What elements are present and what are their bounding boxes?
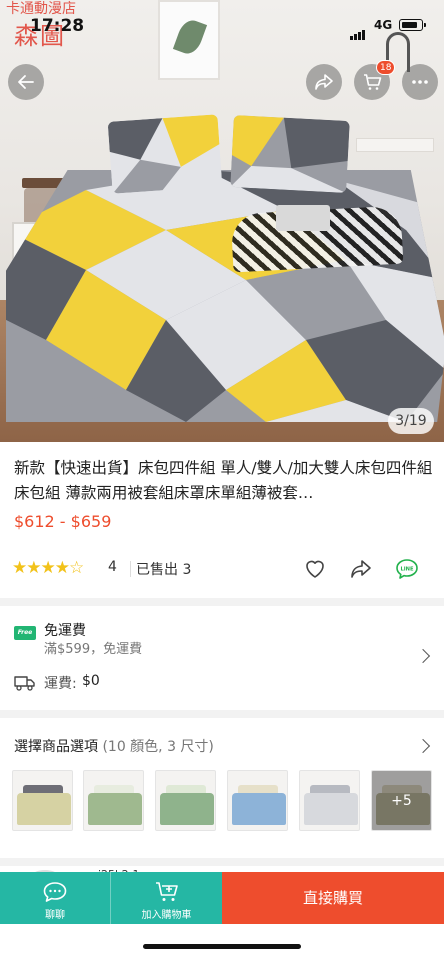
sold-count: 已售出 3: [136, 562, 192, 578]
thumb-bedding: [304, 793, 358, 825]
chevron-right-icon: [415, 738, 431, 754]
chat-label: 聊聊: [45, 910, 65, 921]
cart-button[interactable]: 18: [354, 60, 396, 100]
options-header[interactable]: 選擇商品選項 (10 顏色, 3 尺寸): [14, 736, 214, 756]
buy-now-button[interactable]: 直接購買: [222, 872, 444, 924]
share-button[interactable]: [306, 64, 342, 100]
nightstand: [356, 138, 434, 152]
section-separator: [0, 710, 444, 718]
thumb-bedding: [88, 793, 142, 825]
status-bar: 卡通動漫店 森圖 17:28 4G: [0, 0, 444, 54]
like-button[interactable]: [302, 556, 328, 582]
heart-icon: [306, 560, 324, 578]
signal-icon: [350, 21, 366, 40]
options-title: 選擇商品選項: [14, 739, 98, 755]
add-cart-icon: [155, 882, 178, 901]
option-thumb[interactable]: [299, 770, 360, 831]
rating-value: 4: [108, 559, 117, 575]
cart-icon: [364, 74, 382, 90]
option-thumb[interactable]: [227, 770, 288, 831]
pillow-left: [107, 114, 223, 194]
option-thumb[interactable]: [12, 770, 73, 831]
image-counter: 3/19: [388, 408, 434, 434]
network-type: 4G: [374, 18, 393, 32]
chevron-right-icon: [415, 648, 431, 664]
option-thumb[interactable]: [155, 770, 216, 831]
pillow-right: [230, 115, 350, 193]
add-to-cart-label: 加入購物車: [141, 910, 192, 921]
truck-icon: [14, 676, 35, 691]
line-app-icon: LINE: [396, 559, 418, 579]
chat-button[interactable]: 聊聊: [0, 872, 110, 924]
more-button[interactable]: [402, 64, 438, 100]
back-button[interactable]: [8, 64, 44, 100]
free-shipping-icon: Free: [14, 626, 36, 640]
rating-row: ★★★★☆ 4 已售出 3 LINE: [12, 556, 432, 582]
product-price: $612 - $659: [14, 512, 112, 531]
options-count: (10 顏色, 3 尺寸): [102, 739, 214, 755]
line-share-button[interactable]: LINE: [394, 556, 420, 582]
bottom-action-bar: 聊聊 加入購物車 直接購買: [0, 872, 444, 924]
option-thumb[interactable]: [83, 770, 144, 831]
divider: [130, 561, 131, 577]
shipping-fee-value: $0: [82, 673, 100, 689]
product-title: 新款【快速出貨】床包四件組 單人/雙人/加大雙人床包四件組 床包組 薄款兩用被套…: [14, 459, 433, 502]
chat-bubble-icon: [43, 882, 67, 902]
add-to-cart-button[interactable]: 加入購物車: [110, 872, 222, 924]
option-thumbnails: +5: [12, 770, 434, 832]
share-product-button[interactable]: [348, 556, 374, 582]
option-thumb-more[interactable]: +5: [371, 770, 432, 831]
share-icon: [351, 560, 371, 578]
battery-icon: [399, 19, 426, 31]
free-shipping-title: 免運費: [44, 623, 86, 639]
shipping-fee-label: 運費:: [44, 676, 77, 692]
share-arrow-icon: [315, 74, 333, 90]
arrow-left-icon: [18, 75, 34, 89]
bed-tray: [276, 205, 330, 231]
thumb-bedding: [17, 793, 71, 825]
shipping-section[interactable]: Free 免運費 滿$599，免運費 運費: $0: [0, 612, 444, 708]
status-time: 17:28: [30, 16, 85, 36]
thumb-bedding: [232, 793, 286, 825]
section-separator: [0, 598, 444, 606]
cart-count-badge: 18: [376, 60, 396, 75]
svg-text:LINE: LINE: [400, 567, 414, 573]
home-indicator[interactable]: [143, 944, 301, 949]
rating-stars: ★★★★☆: [12, 558, 84, 578]
thumb-bedding: [160, 793, 214, 825]
more-dots-icon: [412, 80, 428, 84]
more-options-label: +5: [372, 771, 431, 830]
free-shipping-condition: 滿$599，免運費: [44, 642, 143, 657]
